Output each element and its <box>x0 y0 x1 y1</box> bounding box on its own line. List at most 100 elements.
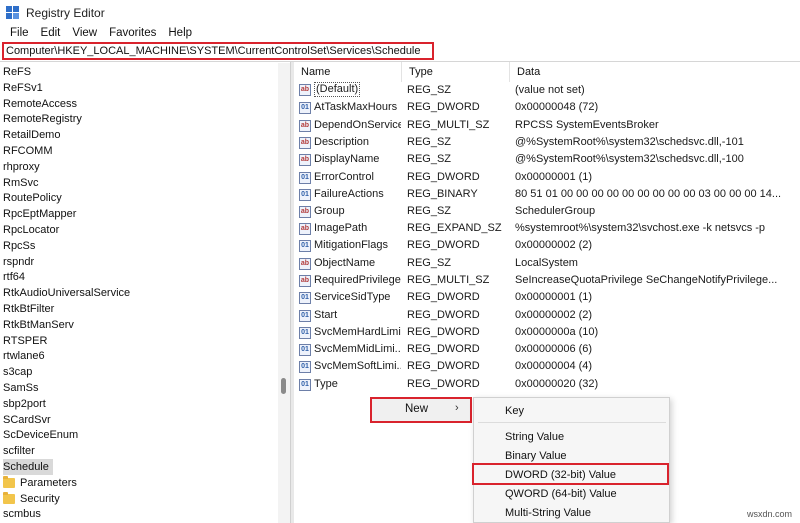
value-data: 0x00000002 (2) <box>515 239 593 251</box>
value-row[interactable]: 01 ErrorControl REG_DWORD 0x00000001 (1) <box>295 169 800 186</box>
binary-value-icon: 01 <box>299 360 311 373</box>
tree-scrollbar[interactable] <box>278 63 290 523</box>
column-header-data[interactable]: Data <box>517 66 540 78</box>
key-tree: ReFS ReFSv1 RemoteAccess RemoteRegistry … <box>0 63 290 523</box>
tree-item[interactable]: ScDeviceEnum <box>3 427 78 443</box>
value-name: Group <box>314 205 345 217</box>
registry-editor-icon <box>6 5 20 20</box>
column-header-name[interactable]: Name <box>301 66 330 78</box>
folder-icon <box>3 492 15 504</box>
tree-item[interactable]: RTSPER <box>3 333 47 349</box>
column-separator[interactable] <box>509 62 510 82</box>
value-type: REG_MULTI_SZ <box>407 274 490 286</box>
submenu-binary-value[interactable]: Binary Value <box>505 450 567 462</box>
value-data: @%SystemRoot%\system32\schedsvc.dll,-101 <box>515 136 744 148</box>
submenu-qword-value[interactable]: QWORD (64-bit) Value <box>505 488 617 500</box>
value-type: REG_DWORD <box>407 378 480 390</box>
value-data: @%SystemRoot%\system32\schedsvc.dll,-100 <box>515 153 744 165</box>
menu-favorites[interactable]: Favorites <box>103 27 162 39</box>
value-row[interactable]: 01 SvcMemSoftLimi... REG_DWORD 0x00000004… <box>295 358 800 375</box>
tree-item[interactable]: RemoteRegistry <box>3 111 82 127</box>
value-data: SchedulerGroup <box>515 205 596 217</box>
tree-item-security[interactable]: Security <box>3 491 60 507</box>
pane-splitter[interactable] <box>290 62 294 523</box>
value-type: REG_SZ <box>407 84 452 96</box>
submenu-multi-string-value[interactable]: Multi-String Value <box>505 507 591 519</box>
value-row[interactable]: ab DisplayName REG_SZ @%SystemRoot%\syste… <box>295 151 800 168</box>
value-row[interactable]: ab Group REG_SZ SchedulerGroup <box>295 203 800 220</box>
tree-item[interactable]: RemoteAccess <box>3 96 77 112</box>
tree-item[interactable]: RtkBtManServ <box>3 317 74 333</box>
column-separator[interactable] <box>401 62 402 82</box>
tree-item[interactable]: RetailDemo <box>3 127 60 143</box>
tree-item[interactable]: RpcSs <box>3 238 35 254</box>
tree-item[interactable]: rtf64 <box>3 269 25 285</box>
value-data: 0x00000004 (4) <box>515 360 593 372</box>
tree-item[interactable]: SCardSvr <box>3 412 51 428</box>
value-type: REG_DWORD <box>407 239 480 251</box>
value-type: REG_BINARY <box>407 188 478 200</box>
menu-file[interactable]: File <box>4 27 35 39</box>
tree-item[interactable]: RtkAudioUniversalService <box>3 285 130 301</box>
value-type: REG_DWORD <box>407 309 480 321</box>
value-row[interactable]: 01 SvcMemMidLimi... REG_DWORD 0x00000006 … <box>295 341 800 358</box>
tree-item[interactable]: rhproxy <box>3 159 40 175</box>
value-row[interactable]: 01 ServiceSidType REG_DWORD 0x00000001 (1… <box>295 289 800 306</box>
value-type: REG_EXPAND_SZ <box>407 222 502 234</box>
binary-value-icon: 01 <box>299 378 311 391</box>
value-data: 0x00000001 (1) <box>515 171 593 183</box>
value-row[interactable]: ab Description REG_SZ @%SystemRoot%\syste… <box>295 134 800 151</box>
tree-item[interactable]: ReFS <box>3 64 31 80</box>
value-row[interactable]: ab ImagePath REG_EXPAND_SZ %systemroot%\s… <box>295 220 800 237</box>
address-bar[interactable]: Computer\HKEY_LOCAL_MACHINE\SYSTEM\Curre… <box>2 42 434 60</box>
value-row[interactable]: 01 MitigationFlags REG_DWORD 0x00000002 (… <box>295 237 800 254</box>
tree-item[interactable]: ReFSv1 <box>3 80 43 96</box>
tree-item[interactable]: RmSvc <box>3 175 38 191</box>
submenu-separator <box>478 422 666 423</box>
submenu-string-value[interactable]: String Value <box>505 431 564 443</box>
tree-item[interactable]: sbp2port <box>3 396 46 412</box>
value-row[interactable]: ab DependOnService REG_MULTI_SZ RPCSS Sys… <box>295 117 800 134</box>
tree-scrollbar-thumb[interactable] <box>281 378 286 394</box>
value-row[interactable]: 01 SvcMemHardLimi... REG_DWORD 0x0000000a… <box>295 324 800 341</box>
tree-item[interactable]: scfilter <box>3 443 35 459</box>
menu-help[interactable]: Help <box>162 27 198 39</box>
context-menu-new-label: New <box>405 403 429 415</box>
tree-item[interactable]: SamSs <box>3 380 38 396</box>
value-data: 0x00000002 (2) <box>515 309 593 321</box>
tree-item-selected[interactable]: Schedule <box>3 459 53 475</box>
new-submenu: Key String Value Binary Value DWORD (32-… <box>473 397 670 523</box>
menu-bar: File Edit View Favorites Help <box>0 25 800 41</box>
value-row[interactable]: 01 FailureActions REG_BINARY 80 51 01 00 … <box>295 186 800 203</box>
tree-item[interactable]: RoutePolicy <box>3 190 62 206</box>
value-row[interactable]: 01 Type REG_DWORD 0x00000020 (32) <box>295 376 800 393</box>
value-name: ErrorControl <box>314 171 374 183</box>
value-row[interactable]: ab RequiredPrivilege... REG_MULTI_SZ SeIn… <box>295 272 800 289</box>
tree-item-parameters[interactable]: Parameters <box>3 475 77 491</box>
column-header-type[interactable]: Type <box>409 66 433 78</box>
tree-item[interactable]: RpcLocator <box>3 222 59 238</box>
tree-item[interactable]: RFCOMM <box>3 143 53 159</box>
value-row[interactable]: 01 AtTaskMaxHours REG_DWORD 0x00000048 (7… <box>295 99 800 116</box>
value-row[interactable]: ab ObjectName REG_SZ LocalSystem <box>295 255 800 272</box>
string-value-icon: ab <box>299 205 311 218</box>
tree-item[interactable]: RtkBtFilter <box>3 301 54 317</box>
tree-item[interactable]: s3cap <box>3 364 32 380</box>
value-name: (Default) <box>314 82 361 97</box>
tree-item[interactable]: scmbus <box>3 506 41 522</box>
tree-item[interactable]: RpcEptMapper <box>3 206 76 222</box>
menu-view[interactable]: View <box>66 27 103 39</box>
value-name: RequiredPrivilege... <box>314 274 401 286</box>
value-data: (value not set) <box>515 84 585 96</box>
tree-item[interactable]: rtwlane6 <box>3 348 45 364</box>
value-row[interactable]: ab (Default) REG_SZ (value not set) <box>295 82 800 99</box>
submenu-key[interactable]: Key <box>505 405 524 417</box>
value-row[interactable]: 01 Start REG_DWORD 0x00000002 (2) <box>295 307 800 324</box>
string-value-icon: ab <box>299 136 311 149</box>
binary-value-icon: 01 <box>299 291 311 304</box>
value-name: DependOnService <box>314 119 401 131</box>
value-name: SvcMemSoftLimi... <box>314 360 401 372</box>
menu-edit[interactable]: Edit <box>35 27 67 39</box>
value-data: 0x00000006 (6) <box>515 343 593 355</box>
tree-item[interactable]: rspndr <box>3 254 34 270</box>
